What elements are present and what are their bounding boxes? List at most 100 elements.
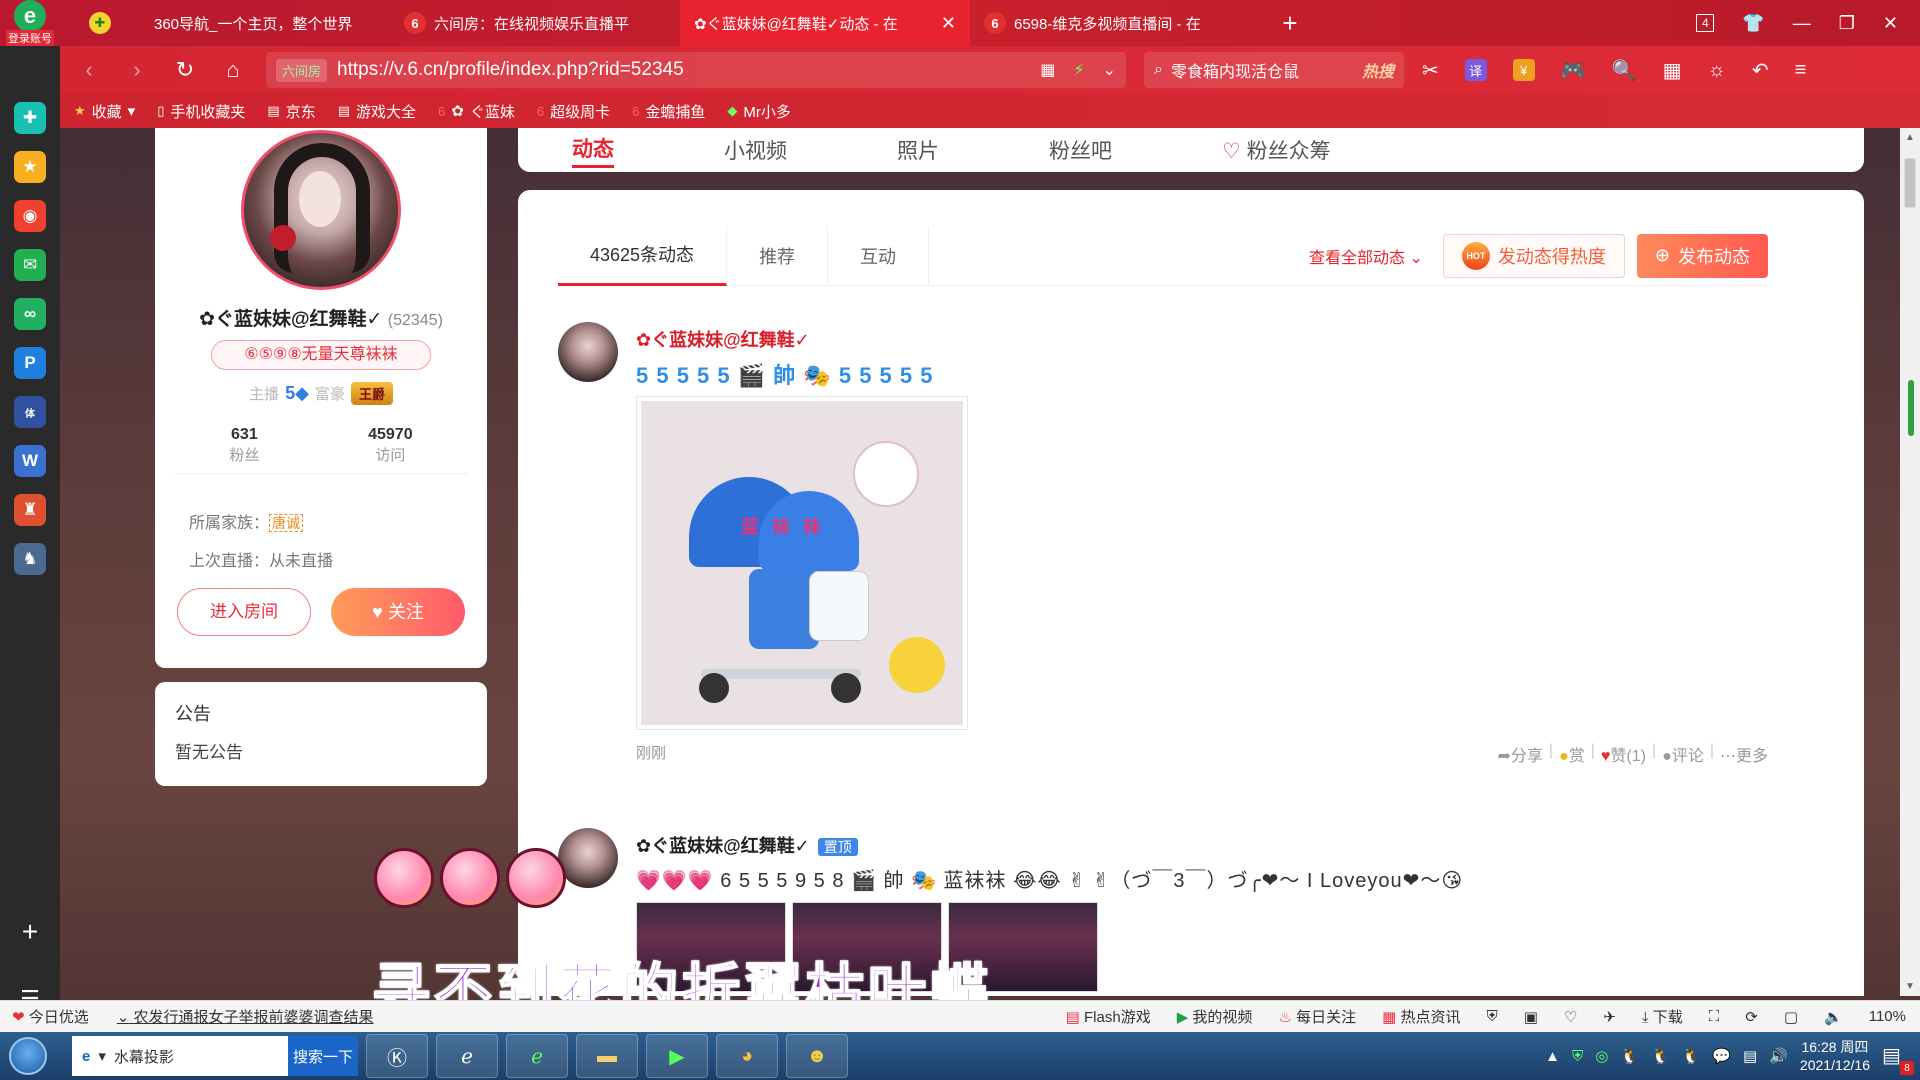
hot-button[interactable]: HOT 发动态得热度 xyxy=(1442,233,1625,278)
tab-fan-bar[interactable]: 粉丝吧 xyxy=(1049,135,1112,165)
scroll-thumb[interactable] xyxy=(1904,158,1916,208)
shield-icon[interactable]: ⛨ xyxy=(1486,1008,1497,1025)
back-icon[interactable]: ‹ xyxy=(74,57,104,83)
bookmark-mrxiaoduo[interactable]: ◆ Mr小多 xyxy=(727,101,791,122)
tab-6598-live[interactable]: 6 6598-维克多视频直播间 - 在 xyxy=(970,0,1260,46)
360-icon[interactable]: ◎ xyxy=(1595,1047,1608,1065)
scroll-down-icon[interactable]: ▼ xyxy=(1900,981,1920,992)
close-tab-icon[interactable]: ✕ xyxy=(941,13,956,34)
hot-news[interactable]: ▦ 热点资讯 xyxy=(1382,1006,1460,1027)
word-icon[interactable]: W xyxy=(14,445,46,477)
cross-plus-icon[interactable]: ✚ xyxy=(14,102,46,134)
game-app-icon[interactable]: ☻ xyxy=(786,1034,848,1078)
coin-icon[interactable]: ¥ xyxy=(1512,59,1535,81)
clock[interactable]: 16:28 周四 2021/12/16 xyxy=(1800,1038,1870,1074)
post-avatar[interactable] xyxy=(558,828,618,888)
sports-icon[interactable]: 体 xyxy=(14,396,46,428)
page-scrollbar[interactable]: ▲ ▼ xyxy=(1900,128,1920,996)
start-button[interactable] xyxy=(0,1032,56,1080)
bookmark-fishing[interactable]: 6 金蟾捕鱼 xyxy=(632,101,705,122)
search-text[interactable]: 零食箱内现活仓鼠 xyxy=(1171,58,1299,82)
post-image[interactable]: 蓝 袜 袜 xyxy=(636,396,968,730)
zoom-level[interactable]: 110% xyxy=(1869,1008,1906,1025)
scissors-icon[interactable]: ✂ xyxy=(1422,58,1439,83)
tab-recommend[interactable]: 推荐 xyxy=(727,225,829,286)
view-all-link[interactable]: 查看全部动态 ⌄ xyxy=(1309,244,1423,268)
window-icon[interactable]: ▢ xyxy=(1784,1008,1798,1026)
ie-browser-icon[interactable]: ℯ xyxy=(436,1034,498,1078)
enter-room-button[interactable]: 进入房间 xyxy=(177,588,311,636)
hot-search-label[interactable]: 热搜 xyxy=(1362,58,1394,82)
magnifier-icon[interactable]: 🔍 xyxy=(1612,58,1637,83)
comment-action[interactable]: ●评论 xyxy=(1662,742,1704,766)
star-icon[interactable]: ★ xyxy=(14,151,46,183)
undo-icon[interactable]: ↶ xyxy=(1752,58,1769,83)
home-icon[interactable]: ⌂ xyxy=(218,57,248,83)
new-tab-button[interactable]: + xyxy=(1260,0,1320,46)
post-author[interactable]: ✿ぐ蓝妹妹@红舞鞋✓ xyxy=(636,326,810,352)
browser-logo[interactable]: e 登录账号 xyxy=(0,0,60,46)
tab-photos[interactable]: 照片 xyxy=(897,135,939,165)
image-icon[interactable]: ▣ xyxy=(1524,1008,1538,1026)
tab-count-badge[interactable]: 4 xyxy=(1696,14,1715,32)
bookmark-mobile[interactable]: ▯ 手机收藏夹 xyxy=(157,101,245,122)
bookmark-games[interactable]: ▤ 游戏大全 xyxy=(338,101,416,122)
family-badge[interactable]: ⑥⑤⑨⑧无量天尊袜袜 xyxy=(211,340,431,370)
minimize-icon[interactable]: — xyxy=(1793,13,1811,34)
post-button[interactable]: ⊕ 发布动态 xyxy=(1636,233,1768,278)
refresh-icon[interactable]: ⟳ xyxy=(1745,1008,1758,1026)
grid-icon[interactable]: ▦ xyxy=(1663,58,1682,83)
lightning-icon[interactable]: ⚡ xyxy=(1073,60,1084,80)
fans-stat[interactable]: 631 粉丝 xyxy=(229,418,259,473)
p-app-icon[interactable]: P xyxy=(14,347,46,379)
game-icon[interactable]: ♜ xyxy=(14,494,46,526)
my-videos[interactable]: ▶ 我的视频 xyxy=(1177,1006,1253,1027)
chrome-icon[interactable]: ◕ xyxy=(716,1034,778,1078)
notification-center[interactable]: ▤ 8 xyxy=(1882,1043,1914,1075)
bookmark-lanmei[interactable]: 6 ✿ ぐ蓝妹 xyxy=(438,101,515,122)
scroll-up-icon[interactable]: ▲ xyxy=(1900,132,1920,143)
family-name[interactable]: 唐诚 xyxy=(269,514,304,532)
search-box[interactable]: ⌕ 零食箱内现活仓鼠 热搜 xyxy=(1144,52,1404,88)
daily-follow[interactable]: ♨ 每日关注 xyxy=(1278,1006,1356,1027)
volume-icon[interactable]: 🔊 xyxy=(1769,1047,1788,1065)
qr-icon[interactable]: ▦ xyxy=(1040,60,1055,80)
bookmark-weekcard[interactable]: 6 超级周卡 xyxy=(537,101,610,122)
tab-navigation-360[interactable]: ✚ 360导航_一个主页，整个世界 xyxy=(60,0,140,46)
side-panel-handle[interactable] xyxy=(1908,380,1914,436)
login-label[interactable]: 登录账号 xyxy=(6,30,54,46)
pin-icon[interactable]: ✈ xyxy=(1603,1008,1616,1026)
360-browser-icon[interactable]: ℯ xyxy=(506,1034,568,1078)
bookmark-jd[interactable]: ▤ 京东 xyxy=(267,101,315,122)
menu-icon[interactable]: ≡ xyxy=(1795,59,1807,82)
tab-dynamics[interactable]: 动态 xyxy=(572,133,614,168)
shirt-icon[interactable]: 👕 xyxy=(1742,13,1764,34)
translate-icon[interactable]: 译 xyxy=(1464,59,1487,81)
bookmark-favorites[interactable]: ★ 收藏 ▾ xyxy=(74,101,135,122)
post-avatar[interactable] xyxy=(558,322,618,382)
post-author[interactable]: ✿ぐ蓝妹妹@红舞鞋✓ 置顶 xyxy=(636,832,858,858)
today-picks[interactable]: ❤ 今日优选 xyxy=(12,1006,89,1027)
add-icon[interactable]: + xyxy=(22,916,38,948)
reward-action[interactable]: ●赏 xyxy=(1559,742,1585,766)
shield-icon[interactable]: ⛨ xyxy=(1572,1048,1583,1065)
qq-icon[interactable]: 🐧 xyxy=(1620,1047,1639,1065)
link-icon[interactable]: ∞ xyxy=(14,298,46,330)
taskbar-search-input[interactable]: e ▾ 水幕投影 xyxy=(72,1036,288,1076)
weibo-icon[interactable]: ◉ xyxy=(14,200,46,232)
brightness-icon[interactable]: ☼ xyxy=(1707,59,1725,82)
url-text[interactable]: https://v.6.cn/profile/index.php?rid=523… xyxy=(337,59,684,81)
k-app-icon[interactable]: Ⓚ xyxy=(366,1034,428,1078)
chevron-down-icon[interactable]: ⌄ xyxy=(1103,60,1116,80)
news-link[interactable]: ⌄ 农发行通报女子举报前婆婆调查结果 xyxy=(117,1006,374,1027)
tab-360-home[interactable]: 360导航_一个主页，整个世界 xyxy=(140,0,390,46)
network-icon[interactable]: ▤ xyxy=(1743,1047,1757,1065)
more-action[interactable]: ⋯更多 xyxy=(1720,742,1768,766)
tab-profile-active[interactable]: ✿ぐ蓝妹妹@红舞鞋✓动态 - 在 ✕ xyxy=(680,0,970,46)
mail-icon[interactable]: ✉ xyxy=(14,249,46,281)
download-item[interactable]: ⤓ 下载 xyxy=(1642,1006,1683,1027)
tab-all-dynamics[interactable]: 43625条动态 xyxy=(558,225,728,286)
tab-crowdfunding[interactable]: ♡ 粉丝众筹 xyxy=(1222,135,1331,165)
sound-icon[interactable]: 🔈 xyxy=(1824,1008,1843,1026)
tab-short-video[interactable]: 小视频 xyxy=(724,135,787,165)
